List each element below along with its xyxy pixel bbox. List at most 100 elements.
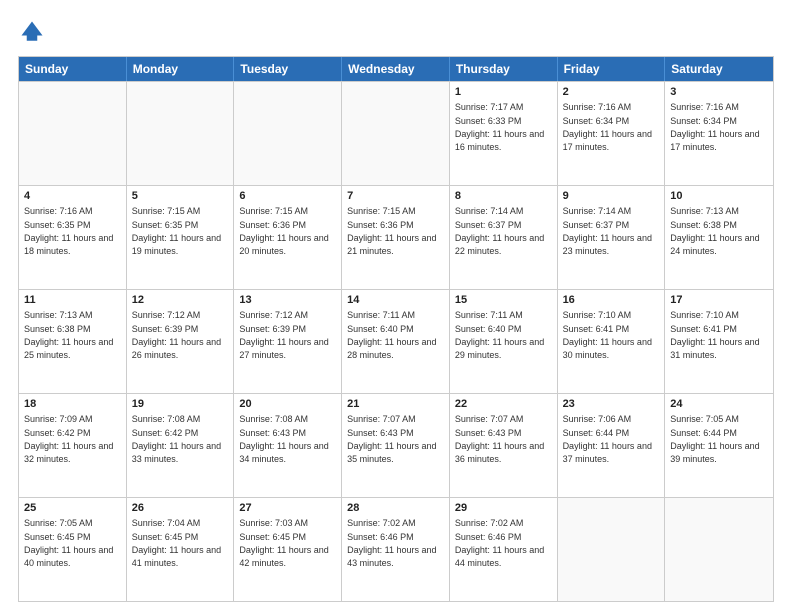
calendar-cell-0-4: 1 Sunrise: 7:17 AM Sunset: 6:33 PM Daylig… [450, 82, 558, 185]
calendar-row-0: 1 Sunrise: 7:17 AM Sunset: 6:33 PM Daylig… [19, 81, 773, 185]
calendar-cell-3-1: 19 Sunrise: 7:08 AM Sunset: 6:42 PM Dayli… [127, 394, 235, 497]
cell-text: Sunrise: 7:08 AM Sunset: 6:43 PM Dayligh… [239, 414, 331, 464]
cell-text: Sunrise: 7:10 AM Sunset: 6:41 PM Dayligh… [563, 310, 655, 360]
day-number: 15 [455, 293, 552, 308]
day-number: 25 [24, 501, 121, 516]
calendar-cell-4-1: 26 Sunrise: 7:04 AM Sunset: 6:45 PM Dayli… [127, 498, 235, 601]
calendar-cell-1-0: 4 Sunrise: 7:16 AM Sunset: 6:35 PM Daylig… [19, 186, 127, 289]
day-number: 20 [239, 397, 336, 412]
header-day-saturday: Saturday [665, 57, 773, 81]
day-number: 23 [563, 397, 660, 412]
calendar-row-3: 18 Sunrise: 7:09 AM Sunset: 6:42 PM Dayli… [19, 393, 773, 497]
cell-text: Sunrise: 7:15 AM Sunset: 6:36 PM Dayligh… [347, 206, 439, 256]
cell-text: Sunrise: 7:15 AM Sunset: 6:35 PM Dayligh… [132, 206, 224, 256]
calendar-cell-2-6: 17 Sunrise: 7:10 AM Sunset: 6:41 PM Dayli… [665, 290, 773, 393]
calendar-cell-3-2: 20 Sunrise: 7:08 AM Sunset: 6:43 PM Dayli… [234, 394, 342, 497]
cell-text: Sunrise: 7:16 AM Sunset: 6:34 PM Dayligh… [563, 102, 655, 152]
calendar-cell-1-5: 9 Sunrise: 7:14 AM Sunset: 6:37 PM Daylig… [558, 186, 666, 289]
calendar-cell-3-6: 24 Sunrise: 7:05 AM Sunset: 6:44 PM Dayli… [665, 394, 773, 497]
calendar-cell-4-0: 25 Sunrise: 7:05 AM Sunset: 6:45 PM Dayli… [19, 498, 127, 601]
cell-text: Sunrise: 7:02 AM Sunset: 6:46 PM Dayligh… [455, 518, 547, 568]
cell-text: Sunrise: 7:14 AM Sunset: 6:37 PM Dayligh… [563, 206, 655, 256]
day-number: 6 [239, 189, 336, 204]
calendar-cell-2-0: 11 Sunrise: 7:13 AM Sunset: 6:38 PM Dayli… [19, 290, 127, 393]
cell-text: Sunrise: 7:13 AM Sunset: 6:38 PM Dayligh… [670, 206, 762, 256]
cell-text: Sunrise: 7:15 AM Sunset: 6:36 PM Dayligh… [239, 206, 331, 256]
calendar-cell-4-2: 27Sunrise: 7:03 AM Sunset: 6:45 PM Dayli… [234, 498, 342, 601]
calendar-cell-0-6: 3 Sunrise: 7:16 AM Sunset: 6:34 PM Daylig… [665, 82, 773, 185]
day-number: 5 [132, 189, 229, 204]
day-number: 9 [563, 189, 660, 204]
day-number: 19 [132, 397, 229, 412]
calendar-cell-3-4: 22 Sunrise: 7:07 AM Sunset: 6:43 PM Dayli… [450, 394, 558, 497]
calendar-cell-2-1: 12 Sunrise: 7:12 AM Sunset: 6:39 PM Dayli… [127, 290, 235, 393]
page: SundayMondayTuesdayWednesdayThursdayFrid… [0, 0, 792, 612]
day-number: 18 [24, 397, 121, 412]
day-number: 28 [347, 501, 444, 516]
calendar: SundayMondayTuesdayWednesdayThursdayFrid… [18, 56, 774, 602]
calendar-body: 1 Sunrise: 7:17 AM Sunset: 6:33 PM Daylig… [19, 81, 773, 601]
cell-text: Sunrise: 7:11 AM Sunset: 6:40 PM Dayligh… [347, 310, 439, 360]
cell-text: Sunrise: 7:11 AM Sunset: 6:40 PM Dayligh… [455, 310, 547, 360]
calendar-cell-4-5 [558, 498, 666, 601]
calendar-cell-2-4: 15 Sunrise: 7:11 AM Sunset: 6:40 PM Dayli… [450, 290, 558, 393]
day-number: 22 [455, 397, 552, 412]
calendar-cell-0-1 [127, 82, 235, 185]
calendar-cell-1-3: 7 Sunrise: 7:15 AM Sunset: 6:36 PM Daylig… [342, 186, 450, 289]
cell-text: Sunrise: 7:12 AM Sunset: 6:39 PM Dayligh… [239, 310, 331, 360]
day-number: 21 [347, 397, 444, 412]
calendar-cell-0-2 [234, 82, 342, 185]
header-day-monday: Monday [127, 57, 235, 81]
day-number: 8 [455, 189, 552, 204]
cell-text: Sunrise: 7:17 AM Sunset: 6:33 PM Dayligh… [455, 102, 547, 152]
calendar-row-2: 11 Sunrise: 7:13 AM Sunset: 6:38 PM Dayli… [19, 289, 773, 393]
header-day-thursday: Thursday [450, 57, 558, 81]
calendar-row-1: 4 Sunrise: 7:16 AM Sunset: 6:35 PM Daylig… [19, 185, 773, 289]
calendar-cell-1-4: 8 Sunrise: 7:14 AM Sunset: 6:37 PM Daylig… [450, 186, 558, 289]
calendar-cell-1-2: 6 Sunrise: 7:15 AM Sunset: 6:36 PM Daylig… [234, 186, 342, 289]
day-number: 3 [670, 85, 768, 100]
calendar-row-4: 25 Sunrise: 7:05 AM Sunset: 6:45 PM Dayli… [19, 497, 773, 601]
day-number: 10 [670, 189, 768, 204]
day-number: 7 [347, 189, 444, 204]
cell-text: Sunrise: 7:03 AM Sunset: 6:45 PM Dayligh… [239, 518, 331, 568]
calendar-cell-4-4: 29Sunrise: 7:02 AM Sunset: 6:46 PM Dayli… [450, 498, 558, 601]
cell-text: Sunrise: 7:09 AM Sunset: 6:42 PM Dayligh… [24, 414, 116, 464]
cell-text: Sunrise: 7:16 AM Sunset: 6:34 PM Dayligh… [670, 102, 762, 152]
day-number: 17 [670, 293, 768, 308]
day-number: 26 [132, 501, 229, 516]
day-number: 13 [239, 293, 336, 308]
day-number: 11 [24, 293, 121, 308]
day-number: 4 [24, 189, 121, 204]
calendar-cell-2-2: 13 Sunrise: 7:12 AM Sunset: 6:39 PM Dayli… [234, 290, 342, 393]
day-number: 1 [455, 85, 552, 100]
day-number: 24 [670, 397, 768, 412]
day-number: 12 [132, 293, 229, 308]
header-day-friday: Friday [558, 57, 666, 81]
cell-text: Sunrise: 7:07 AM Sunset: 6:43 PM Dayligh… [347, 414, 439, 464]
cell-text: Sunrise: 7:04 AM Sunset: 6:45 PM Dayligh… [132, 518, 224, 568]
calendar-cell-3-0: 18 Sunrise: 7:09 AM Sunset: 6:42 PM Dayli… [19, 394, 127, 497]
calendar-cell-3-3: 21 Sunrise: 7:07 AM Sunset: 6:43 PM Dayli… [342, 394, 450, 497]
header-day-sunday: Sunday [19, 57, 127, 81]
cell-text: Sunrise: 7:12 AM Sunset: 6:39 PM Dayligh… [132, 310, 224, 360]
calendar-cell-4-6 [665, 498, 773, 601]
cell-text: Sunrise: 7:13 AM Sunset: 6:38 PM Dayligh… [24, 310, 116, 360]
day-number: 14 [347, 293, 444, 308]
cell-text: Sunrise: 7:07 AM Sunset: 6:43 PM Dayligh… [455, 414, 547, 464]
calendar-cell-1-1: 5 Sunrise: 7:15 AM Sunset: 6:35 PM Daylig… [127, 186, 235, 289]
cell-text: Sunrise: 7:16 AM Sunset: 6:35 PM Dayligh… [24, 206, 116, 256]
calendar-cell-0-0 [19, 82, 127, 185]
cell-text: Sunrise: 7:14 AM Sunset: 6:37 PM Dayligh… [455, 206, 547, 256]
cell-text: Sunrise: 7:05 AM Sunset: 6:44 PM Dayligh… [670, 414, 762, 464]
header [18, 18, 774, 46]
cell-text: Sunrise: 7:02 AM Sunset: 6:46 PM Dayligh… [347, 518, 439, 568]
cell-text: Sunrise: 7:05 AM Sunset: 6:45 PM Dayligh… [24, 518, 116, 568]
cell-text: Sunrise: 7:10 AM Sunset: 6:41 PM Dayligh… [670, 310, 762, 360]
cell-text: Sunrise: 7:08 AM Sunset: 6:42 PM Dayligh… [132, 414, 224, 464]
logo-icon [18, 18, 46, 46]
calendar-cell-0-3 [342, 82, 450, 185]
day-number: 2 [563, 85, 660, 100]
calendar-cell-0-5: 2 Sunrise: 7:16 AM Sunset: 6:34 PM Daylig… [558, 82, 666, 185]
calendar-cell-3-5: 23Sunrise: 7:06 AM Sunset: 6:44 PM Dayli… [558, 394, 666, 497]
